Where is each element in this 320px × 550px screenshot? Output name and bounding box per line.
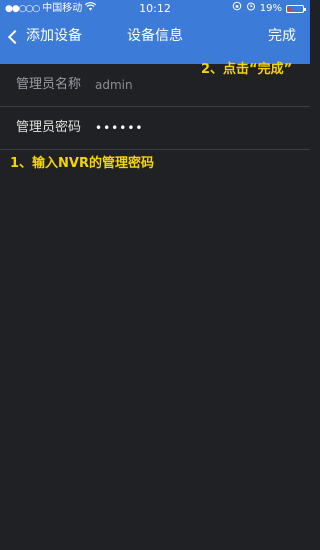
battery-icon [286,5,306,13]
annotation-step1: 1、输入NVR的管理密码 [10,156,154,171]
alarm-icon [246,0,256,18]
annotation-step2: 2、点击“完成” [201,62,293,77]
back-button-label: 添加设备 [26,28,82,44]
back-button[interactable]: 添加设备 [7,22,82,50]
admin-password-label: 管理员密码 [16,120,82,135]
admin-name-label: 管理员名称 [16,77,82,92]
admin-name-field[interactable]: admin [95,64,133,106]
status-bar: ●●○○○ 中国移动 10:12 19% [0,0,310,18]
navigation-bar: ●●○○○ 中国移动 10:12 19% 添加设备 设备信息 完成 [0,0,310,64]
admin-password-row[interactable]: 管理员密码 •••••• [0,107,310,150]
battery-percent: 19% [259,3,282,14]
orientation-lock-icon [232,0,242,18]
done-button[interactable]: 完成 [268,22,296,50]
chevron-left-icon [7,29,23,44]
admin-password-field[interactable]: •••••• [95,107,143,149]
